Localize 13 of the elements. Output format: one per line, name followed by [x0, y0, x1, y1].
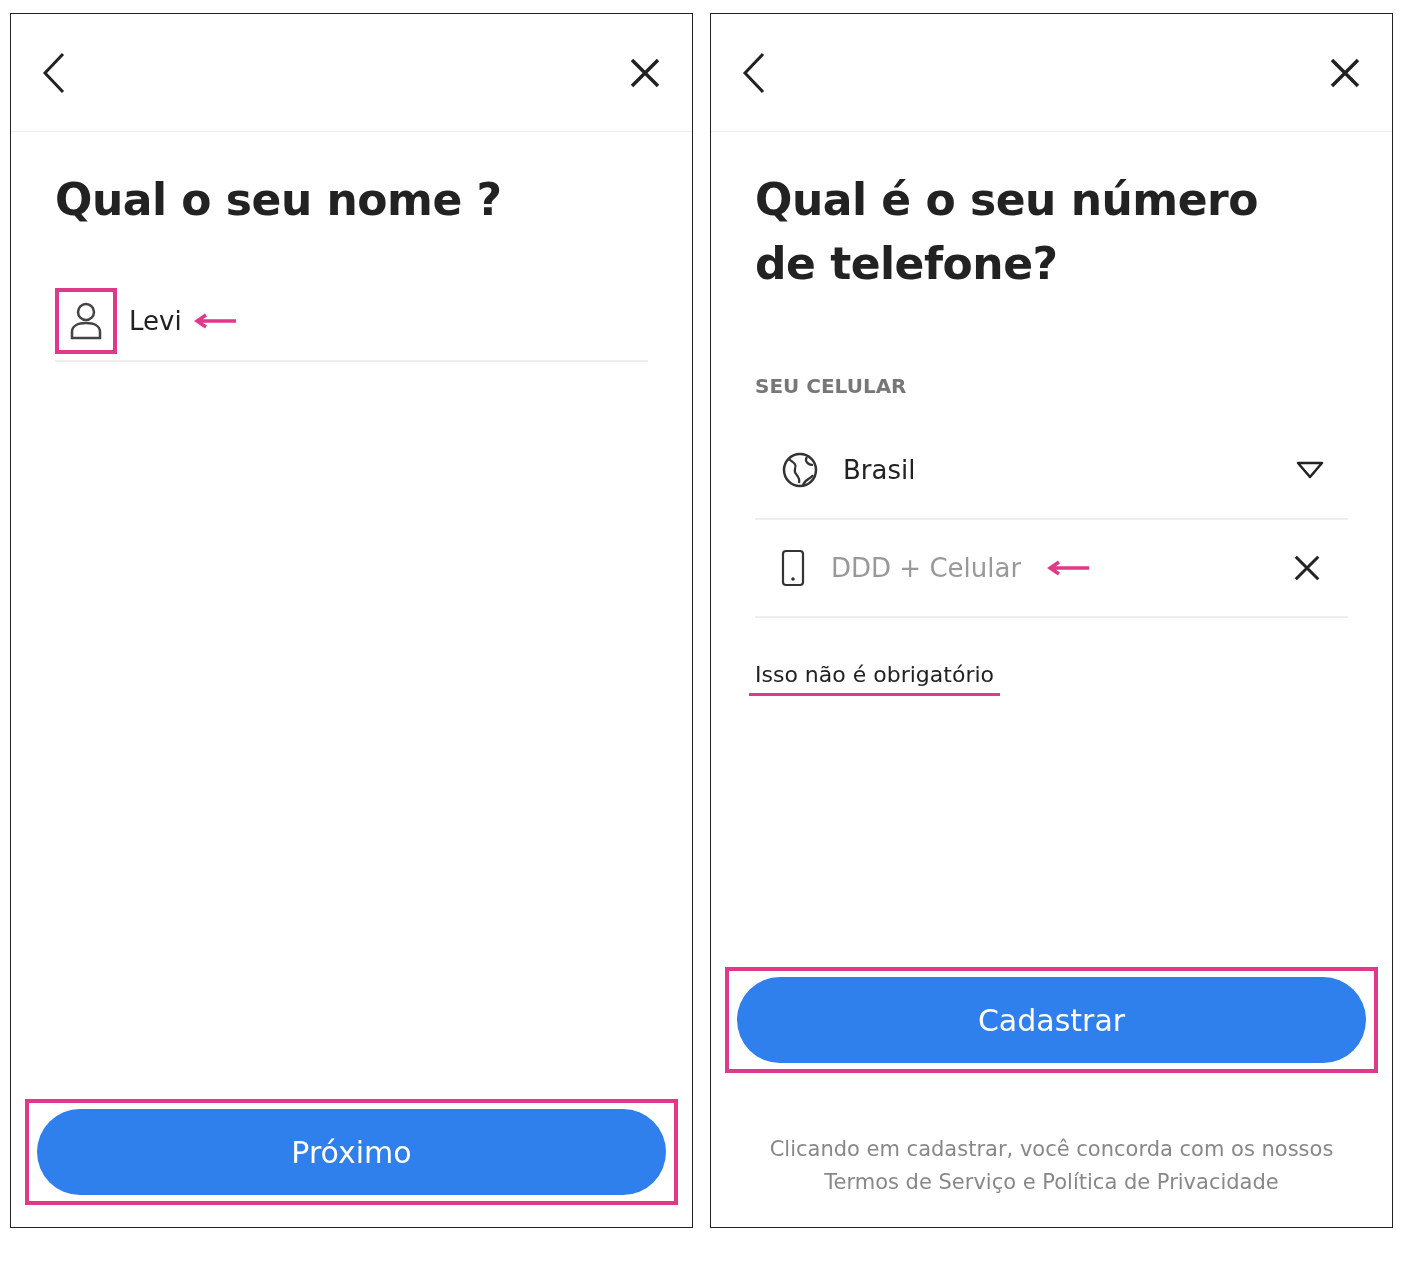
- user-icon: [69, 302, 103, 340]
- register-button[interactable]: Cadastrar: [737, 977, 1366, 1063]
- country-select[interactable]: Brasil: [755, 422, 1348, 520]
- screen-title: Qual é o seu número de telefone?: [755, 173, 1259, 291]
- next-button[interactable]: Próximo: [37, 1109, 666, 1195]
- optional-link[interactable]: Isso não é obrigatório: [749, 662, 1000, 696]
- mobile-phone-icon: [781, 549, 805, 587]
- screen-title: Qual o seu nome ?: [55, 173, 503, 227]
- section-label: SEU CELULAR: [755, 374, 908, 398]
- name-value[interactable]: Levi: [129, 306, 182, 336]
- terms-text: Clicando em cadastrar, você concorda com os nossos Termos de Serviço e Política de Privacidade: [768, 1136, 1335, 1196]
- caret-icon: [1296, 460, 1324, 480]
- globe-icon: [781, 451, 819, 489]
